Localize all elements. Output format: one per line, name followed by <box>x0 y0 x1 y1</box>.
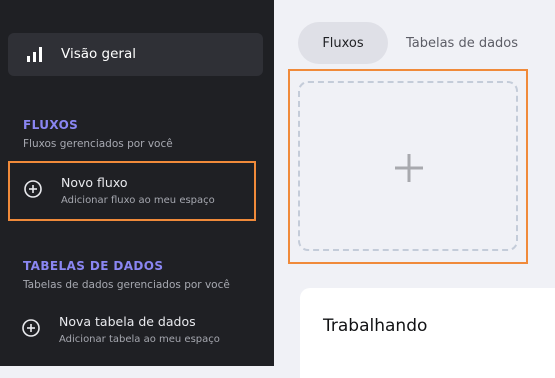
new-table-description: Adicionar tabela ao meu espaço <box>59 334 220 345</box>
overview-label: Visão geral <box>61 46 136 62</box>
sidebar: Visão geral FLUXOS Fluxos gerenciados po… <box>0 0 274 366</box>
flows-section-title: FLUXOS <box>23 118 79 132</box>
bar-chart-icon <box>27 47 42 62</box>
tab-flows[interactable]: Fluxos <box>298 22 388 64</box>
add-flow-area-highlight <box>288 69 528 264</box>
overview-button[interactable]: Visão geral <box>8 33 263 76</box>
tables-section-subtitle: Tabelas de dados gerenciados por você <box>23 279 230 291</box>
working-section-title: Trabalhando <box>323 316 428 336</box>
tables-section-title: TABELAS DE DADOS <box>23 259 164 273</box>
flows-section-subtitle: Fluxos gerenciados por você <box>23 138 173 150</box>
new-flow-item[interactable]: Novo fluxo Adicionar fluxo ao meu espaço <box>8 161 256 221</box>
plus-circle-icon <box>22 319 40 337</box>
add-flow-dropzone[interactable] <box>298 81 518 251</box>
main-panel: Fluxos Tabelas de dados Trabalhando <box>274 0 555 378</box>
new-table-item[interactable]: Nova tabela de dados Adicionar tabela ao… <box>8 302 256 362</box>
plus-icon <box>395 154 423 182</box>
new-flow-description: Adicionar fluxo ao meu espaço <box>61 195 215 206</box>
new-flow-title: Novo fluxo <box>61 175 128 190</box>
working-section: Trabalhando <box>300 288 555 378</box>
tab-data-tables[interactable]: Tabelas de dados <box>392 22 532 64</box>
plus-circle-icon <box>24 180 42 198</box>
new-table-title: Nova tabela de dados <box>59 314 196 329</box>
